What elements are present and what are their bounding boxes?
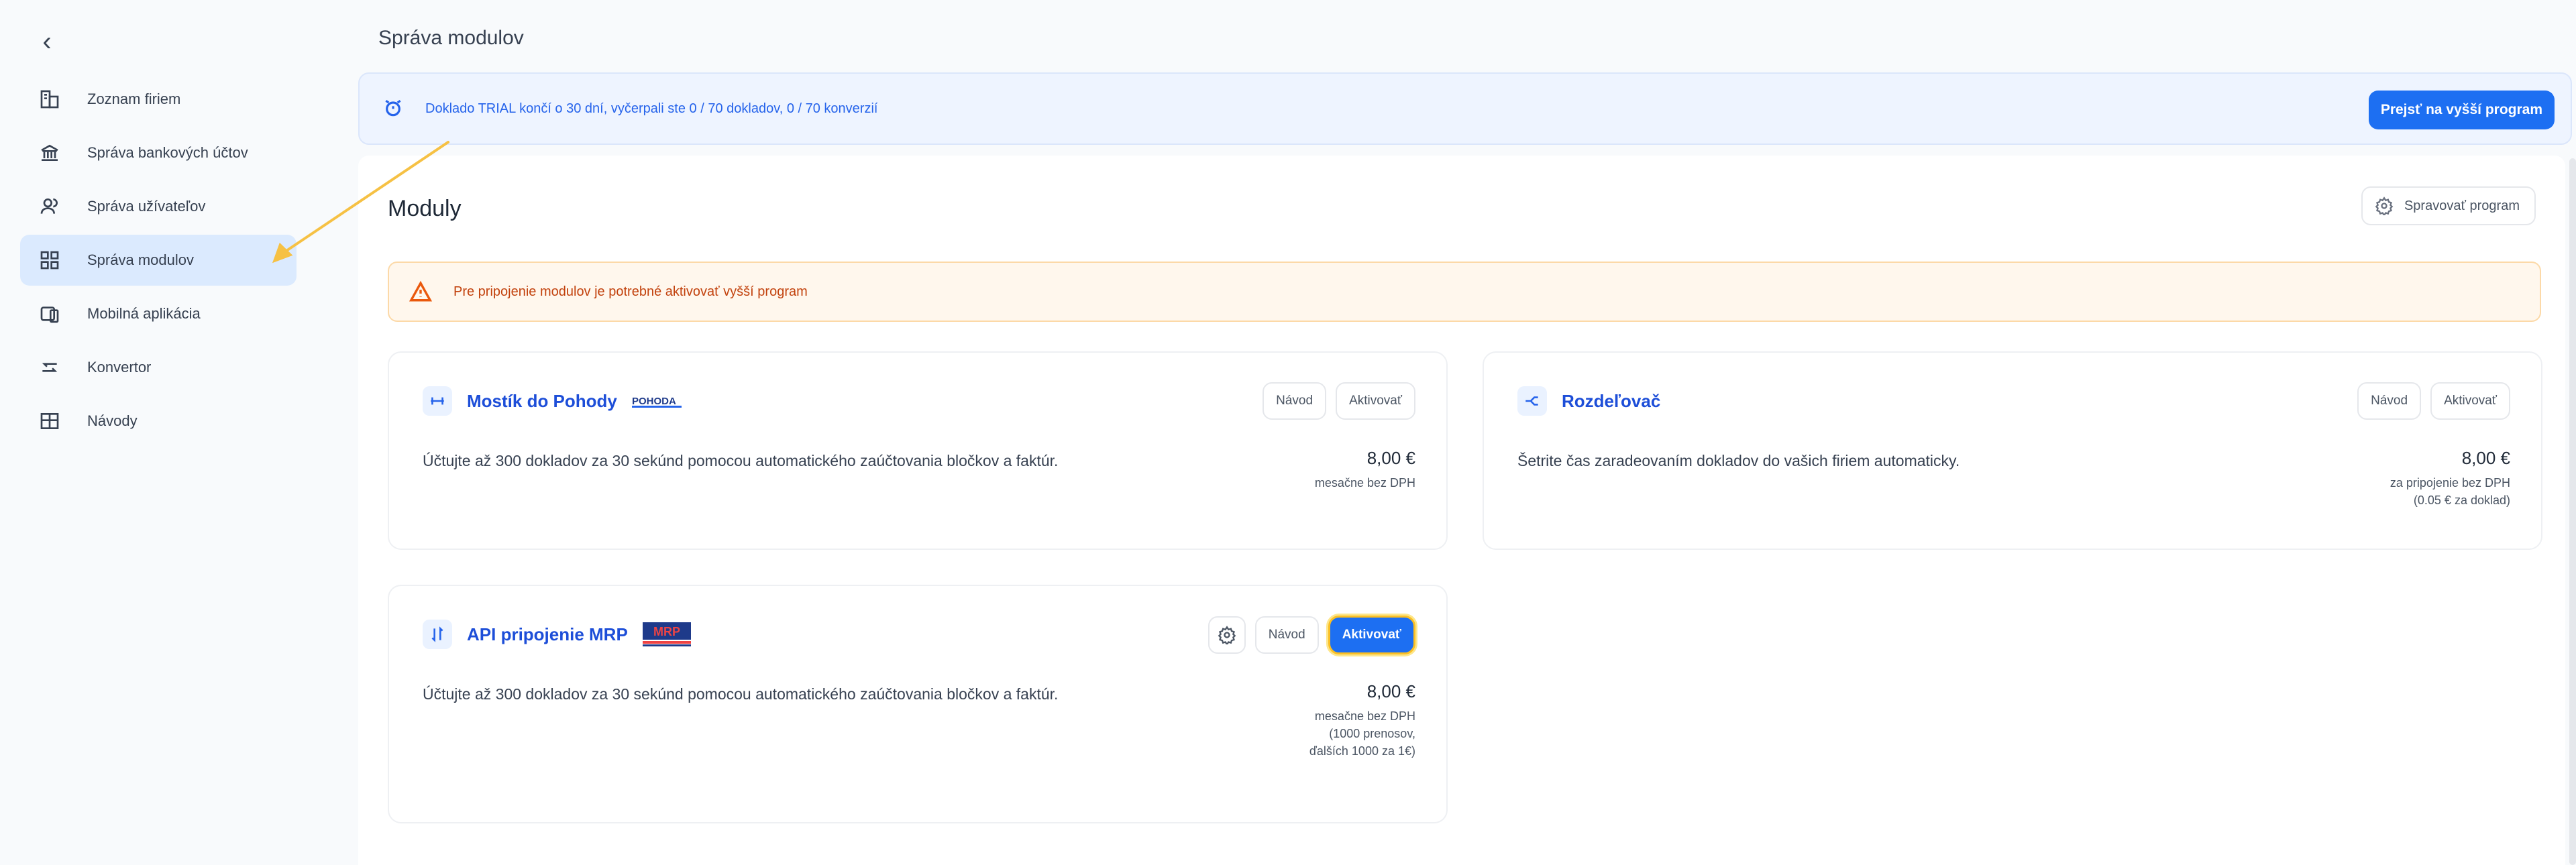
module-title: Mostík do Pohody [467, 390, 617, 411]
activate-button[interactable]: Aktivovať [1336, 382, 1415, 420]
module-price: 8,00 € mesačne bez DPH [1315, 448, 1415, 492]
sidebar: ‹ Zoznam firiem Správa bankových účtov S… [0, 0, 356, 865]
split-icon [1517, 386, 1547, 416]
module-title: Rozdeľovač [1562, 390, 1661, 411]
module-price: 8,00 € za pripojenie bez DPH (0.05 € za … [2390, 448, 2510, 509]
gear-icon [1218, 626, 1236, 644]
sidebar-item-converter[interactable]: Konvertor [20, 342, 297, 393]
convert-icon [36, 354, 63, 381]
chevron-left-icon[interactable]: ‹ [34, 27, 60, 56]
book-icon [36, 408, 63, 435]
module-card-pohoda: Mostík do Pohody POHODA Návod Aktivovať … [388, 351, 1448, 550]
activate-button[interactable]: Aktivovať [1328, 616, 1415, 654]
activate-button[interactable]: Aktivovať [2430, 382, 2510, 420]
users-icon [36, 193, 63, 220]
trial-banner: Doklado TRIAL končí o 30 dní, vyčerpali … [358, 72, 2572, 145]
sidebar-item-guides[interactable]: Návody [20, 396, 297, 447]
trial-banner-text: Doklado TRIAL končí o 30 dní, vyčerpali … [425, 101, 878, 116]
sidebar-item-label: Správa modulov [87, 251, 194, 268]
module-price: 8,00 € mesačne bez DPH (1000 prenosov, ď… [1309, 681, 1415, 760]
price-note: (1000 prenosov, [1329, 727, 1415, 740]
module-description: Účtujte až 300 dokladov za 30 sekúnd pom… [423, 685, 1059, 703]
price-value: 8,00 € [2461, 448, 2510, 468]
price-note: za pripojenie bez DPH [2390, 476, 2510, 489]
sidebar-item-users[interactable]: Správa užívateľov [20, 181, 297, 232]
price-note: mesačne bez DPH [1314, 476, 1415, 489]
svg-text:POHODA: POHODA [632, 396, 676, 407]
warning-icon [409, 280, 432, 302]
warning-text: Pre pripojenie modulov je potrebné aktiv… [453, 284, 808, 299]
price-note: mesačne bez DPH [1314, 709, 1415, 723]
price-value: 8,00 € [1366, 448, 1415, 468]
settings-button[interactable] [1208, 616, 1246, 654]
alarm-clock-icon [382, 97, 405, 120]
transfer-icon [423, 620, 452, 649]
sidebar-item-bank-accounts[interactable]: Správa bankových účtov [20, 127, 297, 178]
guide-button[interactable]: Návod [1263, 382, 1327, 420]
sidebar-item-label: Zoznam firiem [87, 91, 181, 107]
sidebar-item-modules[interactable]: Správa modulov [20, 235, 297, 286]
page-title: Správa modulov [378, 27, 524, 49]
module-description: Šetrite čas zaradeovaním dokladov do vaš… [1517, 452, 1960, 469]
section-title: Moduly [388, 196, 462, 221]
sidebar-item-label: Návody [87, 412, 138, 429]
guide-button[interactable]: Návod [1254, 616, 1319, 654]
bridge-icon [423, 386, 452, 416]
sidebar-item-label: Správa bankových účtov [87, 144, 248, 161]
module-description: Účtujte až 300 dokladov za 30 sekúnd pom… [423, 452, 1059, 469]
sidebar-item-label: Mobilná aplikácia [87, 305, 201, 322]
scrollbar[interactable] [2569, 158, 2576, 865]
gear-icon [2375, 196, 2394, 215]
sidebar-item-companies[interactable]: Zoznam firiem [20, 74, 297, 125]
modules-content: Moduly Spravovať program Pre pripojenie … [358, 156, 2565, 865]
bank-icon [36, 139, 63, 166]
modules-icon [36, 247, 63, 274]
svg-text:MRP: MRP [653, 625, 680, 638]
sidebar-item-mobile-app[interactable]: Mobilná aplikácia [20, 288, 297, 339]
pohoda-logo: POHODA [631, 390, 683, 412]
price-note: ďalších 1000 za 1€) [1309, 744, 1415, 758]
module-card-rozdelovac: Rozdeľovač Návod Aktivovať Šetrite čas z… [1483, 351, 2542, 550]
warning-banner: Pre pripojenie modulov je potrebné aktiv… [388, 262, 2541, 322]
guide-button[interactable]: Návod [2357, 382, 2422, 420]
sidebar-nav: Zoznam firiem Správa bankových účtov Spr… [20, 74, 297, 449]
manage-program-button[interactable]: Spravovať program [2361, 186, 2536, 225]
upgrade-program-button[interactable]: Prejsť na vyšší program [2368, 91, 2555, 129]
module-card-mrp: API pripojenie MRP MRP Návod Aktivovať Ú… [388, 585, 1448, 823]
mrp-logo: MRP [642, 622, 691, 646]
mobile-icon [36, 300, 63, 327]
price-note: (0.05 € za doklad) [2413, 494, 2510, 507]
manage-program-label: Spravovať program [2404, 198, 2520, 213]
main-area: Správa modulov Doklado TRIAL končí o 30 … [356, 0, 2576, 865]
price-value: 8,00 € [1366, 681, 1415, 701]
sidebar-item-label: Správa užívateľov [87, 198, 206, 215]
building-icon [36, 86, 63, 113]
module-title: API pripojenie MRP [467, 624, 628, 644]
sidebar-item-label: Konvertor [87, 359, 152, 376]
